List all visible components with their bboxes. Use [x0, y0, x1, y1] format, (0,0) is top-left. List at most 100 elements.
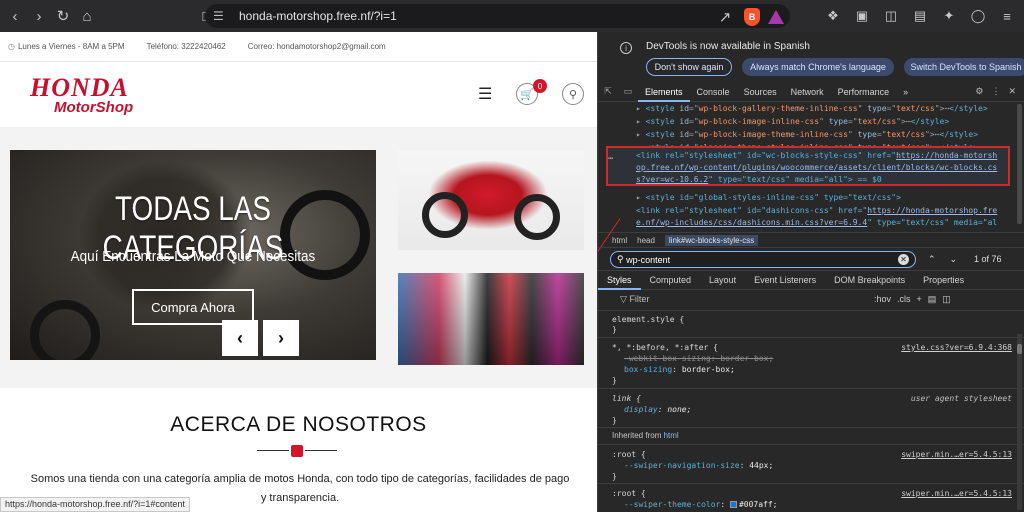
dom-node[interactable]: ▸ <style id="wp-block-gallery-theme-inli…: [636, 104, 988, 113]
search-icon[interactable]: ⚲: [562, 83, 584, 105]
find-bar: ⚲ wp-content ✕ ⌃ ⌄ 1 of 76: [598, 247, 1024, 271]
site-settings-icon[interactable]: ☰: [213, 9, 233, 23]
crumb-head[interactable]: head: [637, 236, 655, 245]
status-bar-url: https://honda-motorshop.free.nf/?i=1#con…: [0, 497, 190, 512]
crumb-html[interactable]: html: [612, 236, 627, 245]
styles-filter-input[interactable]: ▽ Filter: [620, 294, 649, 305]
css-declaration[interactable]: display: none;: [624, 405, 691, 414]
close-icon[interactable]: ✕: [1008, 86, 1016, 97]
computed-toggle-icon[interactable]: ▤: [928, 294, 937, 305]
element-style-rule[interactable]: element.style {: [612, 315, 684, 324]
styles-scrollbar[interactable]: [1017, 334, 1022, 510]
dom-node[interactable]: ▸ <style id="global-styles-inline-css" t…: [636, 193, 901, 202]
filter-placeholder: Filter: [629, 294, 650, 304]
css-rule-selector[interactable]: link {: [612, 394, 641, 403]
more-options-icon[interactable]: ⋮: [991, 86, 1000, 97]
tab-computed[interactable]: Computed: [641, 271, 701, 290]
find-query[interactable]: wp-content: [626, 255, 670, 265]
web-page: ◷ Lunes a Viernes - 8AM a 5PM Teléfono: 3…: [0, 32, 597, 512]
inherited-header: Inherited from html: [612, 431, 679, 440]
tab-elements[interactable]: Elements: [638, 82, 690, 102]
css-property: -webkit-box-sizing: [624, 354, 711, 363]
hov-button[interactable]: :hov: [874, 294, 891, 305]
slider-prev-button[interactable]: ‹: [222, 320, 258, 356]
tab-sources[interactable]: Sources: [737, 82, 784, 102]
dont-show-again-button[interactable]: Don't show again: [646, 58, 732, 76]
logo-line2: MotorShop: [54, 99, 134, 116]
back-icon[interactable]: ‹: [4, 5, 26, 27]
sportbike-image[interactable]: [398, 150, 584, 250]
tab-dom-breakpoints[interactable]: DOM Breakpoints: [825, 271, 914, 290]
stylesheet-link[interactable]: s?ver=wc-10.6.2: [636, 175, 708, 184]
tab-performance[interactable]: Performance: [831, 82, 897, 102]
cls-button[interactable]: .cls: [897, 294, 911, 305]
device-toggle-icon[interactable]: ▭: [618, 86, 638, 97]
crumb-link[interactable]: link#wc-blocks-style-css: [664, 234, 759, 246]
tab-styles[interactable]: Styles: [598, 271, 641, 290]
inspect-icon[interactable]: ⇱: [598, 86, 618, 97]
tab-console[interactable]: Console: [690, 82, 737, 102]
rule-source-link[interactable]: swiper.min.…er=5.4.5:13: [901, 450, 1012, 459]
dom-node[interactable]: <link rel="stylesheet" id="dashicons-css…: [636, 206, 997, 215]
scooters-image[interactable]: [398, 273, 584, 365]
tab-properties[interactable]: Properties: [914, 271, 973, 290]
menu-icon[interactable]: ≡: [996, 5, 1018, 27]
settings-icon[interactable]: ⚙: [975, 86, 983, 97]
stylesheet-link[interactable]: e.nf/wp-includes/css/dashicons.min.css?v…: [636, 218, 867, 227]
rule-close: }: [612, 416, 617, 425]
rule-source-link[interactable]: swiper.min.…er=5.4.5:13: [901, 489, 1012, 498]
stylesheet-link[interactable]: https://honda-motorshop.fre: [867, 206, 997, 215]
add-rule-icon[interactable]: +: [917, 294, 922, 305]
tab-event-listeners[interactable]: Event Listeners: [745, 271, 825, 290]
selected-dom-node[interactable]: <link rel="stylesheet" id="wc-blocks-sty…: [598, 146, 1010, 262]
find-next-icon[interactable]: ⌄: [950, 254, 958, 265]
hamburger-menu-icon[interactable]: ☰: [478, 84, 492, 104]
css-declaration[interactable]: --swiper-theme-color: #007aff;: [624, 500, 778, 509]
tab-network[interactable]: Network: [784, 82, 831, 102]
sidebar-icon[interactable]: ◫: [880, 5, 902, 27]
find-prev-icon[interactable]: ⌃: [928, 254, 936, 265]
css-declaration[interactable]: -webkit-box-sizing: border-box;: [624, 354, 773, 363]
dom-node[interactable]: e.nf/wp-includes/css/dashicons.min.css?v…: [636, 218, 997, 227]
share-icon[interactable]: ↗: [714, 6, 736, 28]
stylesheet-link[interactable]: op.free.nf/wp-content/plugins/woocommerc…: [636, 163, 997, 172]
more-tabs-button[interactable]: »: [896, 82, 915, 102]
css-declaration[interactable]: --swiper-navigation-size: 44px;: [624, 461, 773, 470]
sidebar-toggle-icon[interactable]: ◫: [942, 294, 951, 305]
switch-language-button[interactable]: Switch DevTools to Spanish: [904, 58, 1024, 76]
vpn-icon[interactable]: ◯: [967, 5, 989, 27]
elements-scrollbar[interactable]: [1017, 104, 1022, 224]
css-rule-selector[interactable]: :root {: [612, 489, 646, 498]
node-actions-icon[interactable]: ⋯: [608, 154, 613, 164]
leo-ai-icon[interactable]: ✦: [938, 5, 960, 27]
wallet-icon[interactable]: ▤: [909, 5, 931, 27]
tab-layout[interactable]: Layout: [700, 271, 745, 290]
reload-icon[interactable]: ↻: [52, 5, 74, 27]
brave-rewards-icon[interactable]: [768, 10, 784, 24]
clear-search-icon[interactable]: ✕: [898, 254, 909, 265]
rule-source-link[interactable]: style.css?ver=6.9.4:368: [901, 343, 1012, 352]
hours-label: Lunes a Viernes - 8AM a 5PM: [17, 42, 125, 51]
match-language-button[interactable]: Always match Chrome's language: [742, 58, 894, 76]
scrollbar-thumb[interactable]: [1017, 344, 1022, 354]
slider-next-button[interactable]: ›: [263, 320, 299, 356]
stylesheet-link[interactable]: https://honda-motorsh: [896, 151, 997, 160]
dom-node[interactable]: ▸ <style id="wp-block-image-theme-inline…: [636, 130, 978, 139]
home-icon[interactable]: ⌂: [76, 5, 98, 27]
address-bar[interactable]: ☰ honda-motorshop.free.nf/?i=1 ↗ B: [205, 4, 790, 28]
filter-icon: ▽: [620, 294, 627, 304]
find-input[interactable]: ⚲ wp-content ✕: [610, 251, 916, 268]
inherited-tag-link[interactable]: html: [664, 431, 679, 440]
color-swatch[interactable]: [729, 501, 737, 508]
rule-divider: [598, 483, 1024, 484]
forward-icon[interactable]: ›: [28, 5, 50, 27]
css-rule-selector[interactable]: :root {: [612, 450, 646, 459]
url-text[interactable]: honda-motorshop.free.nf/?i=1: [239, 9, 397, 23]
css-declaration[interactable]: box-sizing: border-box;: [624, 365, 735, 374]
css-rule-selector[interactable]: *, *:before, *:after {: [612, 343, 718, 352]
honda-logo[interactable]: HONDA MotorShop: [30, 75, 165, 116]
brave-shields-icon[interactable]: B: [744, 8, 760, 26]
screenshot-icon[interactable]: ▣: [851, 5, 873, 27]
extensions-icon[interactable]: ❖: [822, 5, 844, 27]
dom-node[interactable]: ▸ <style id="wp-block-image-inline-css" …: [636, 117, 949, 126]
